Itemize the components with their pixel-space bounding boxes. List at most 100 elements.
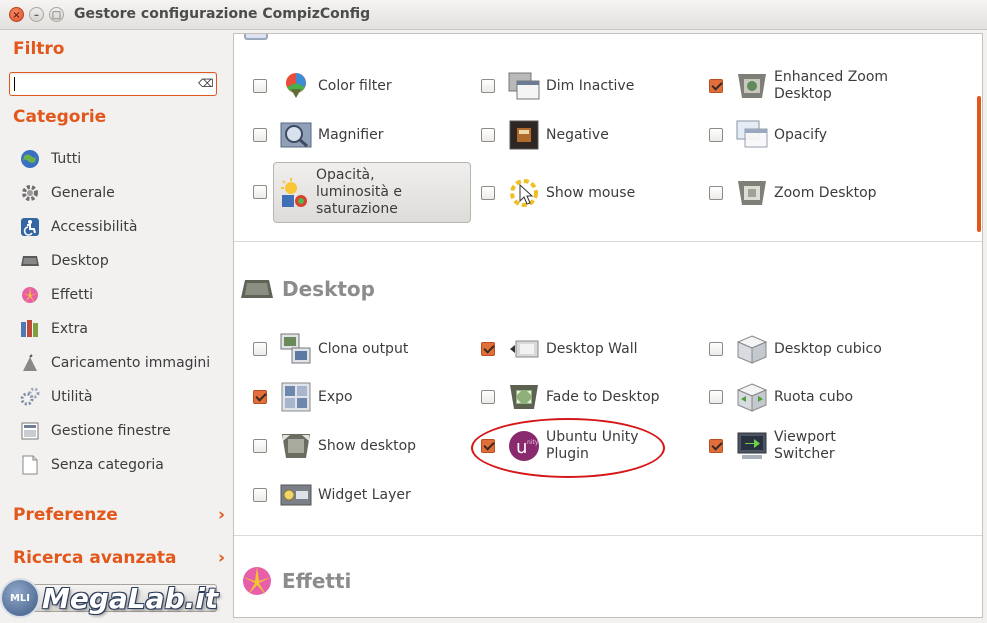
plugin-viewport-switcher[interactable]: Viewport Switcher (709, 428, 864, 464)
plugin-clona-output[interactable]: Clona output (253, 331, 408, 367)
globe-icon (19, 149, 41, 169)
category-caricamento-immagini[interactable]: Caricamento immagini (19, 351, 210, 375)
category-label: Accessibilità (51, 219, 138, 235)
plugin-checkbox[interactable] (253, 185, 267, 199)
plugin-desktop-cubico[interactable]: Desktop cubico (709, 331, 882, 367)
plugin-checkbox[interactable] (709, 439, 723, 453)
plugin-widget-layer[interactable]: Widget Layer (253, 477, 411, 513)
rotate-cube-icon (736, 381, 768, 413)
plugin-label: Show desktop (318, 437, 417, 454)
filter-search-input[interactable]: ⌫ (9, 72, 217, 96)
clear-filter-icon[interactable]: ⌫ (198, 78, 214, 89)
plugin-label: Color filter (318, 77, 392, 94)
category-senza-categoria[interactable]: Senza categoria (19, 453, 164, 477)
text-cursor (14, 77, 15, 91)
plugin-magnifier[interactable]: Magnifier (253, 117, 384, 153)
section-divider (234, 535, 982, 536)
plugin-checkbox[interactable] (709, 342, 723, 356)
plugin-fade-to-desktop[interactable]: Fade to Desktop (481, 379, 660, 415)
category-label: Generale (51, 185, 115, 201)
plugin-label: Magnifier (318, 126, 384, 143)
plugin-checkbox[interactable] (253, 128, 267, 142)
category-label: Tutti (51, 151, 82, 167)
advanced-search-link[interactable]: Ricerca avanzata › (13, 548, 243, 568)
title-bar[interactable]: × – □ Gestore configurazione CompizConfi… (0, 0, 987, 30)
sidebar: Filtro ⌫ Categorie Tutti Generale Access… (0, 31, 230, 623)
negative-icon (508, 119, 540, 151)
plugin-label: Zoom Desktop (774, 184, 877, 201)
desktop-section-header: Desktop (240, 272, 375, 306)
extra-icon (19, 319, 41, 339)
plugin-label: Negative (546, 126, 609, 143)
plugin-checkbox[interactable] (709, 186, 723, 200)
category-utilita[interactable]: Utilità (19, 385, 92, 409)
plugin-dim-inactive[interactable]: Dim Inactive (481, 68, 634, 104)
category-desktop[interactable]: Desktop (19, 249, 109, 273)
categories-heading: Categorie (13, 107, 107, 127)
plugin-checkbox[interactable] (253, 342, 267, 356)
plugin-label: Ruota cubo (774, 388, 854, 405)
plugin-show-mouse[interactable]: Show mouse (481, 175, 635, 211)
plugin-negative[interactable]: Negative (481, 117, 609, 153)
section-divider (234, 241, 982, 242)
plugin-opacita-luminosita-saturazione[interactable]: Opacità, luminosità e saturazione (273, 162, 471, 223)
category-extra[interactable]: Extra (19, 317, 88, 341)
category-label: Gestione finestre (51, 423, 171, 439)
close-window-button[interactable]: × (9, 7, 24, 22)
effects-section-header: Effetti (240, 564, 351, 598)
megalab-logo: MLI (0, 578, 40, 618)
category-label: Extra (51, 321, 88, 337)
accessibility-section-icon (244, 34, 268, 40)
plugin-label: Widget Layer (318, 486, 411, 503)
plugin-checkbox[interactable] (709, 79, 723, 93)
plugin-checkbox[interactable] (481, 390, 495, 404)
plugin-desktop-wall[interactable]: Desktop Wall (481, 331, 638, 367)
plugin-checkbox[interactable] (481, 79, 495, 93)
plugin-checkbox[interactable] (253, 439, 267, 453)
plugin-zoom-desktop[interactable]: Zoom Desktop (709, 175, 877, 211)
plugin-enhanced-zoom-desktop[interactable]: Enhanced Zoom Desktop (709, 68, 894, 104)
preferences-label: Preferenze (13, 505, 118, 525)
plugin-label: Dim Inactive (546, 77, 635, 94)
minimize-window-button[interactable]: – (29, 7, 44, 22)
plugin-label: Show mouse (546, 184, 636, 201)
desktop-section-title: Desktop (282, 277, 375, 301)
plugin-ruota-cubo[interactable]: Ruota cubo (709, 379, 853, 415)
plugin-label: Opacità, luminosità e saturazione (316, 167, 403, 217)
plugin-checkbox[interactable] (481, 342, 495, 356)
effects-section-title: Effetti (282, 569, 352, 593)
maximize-window-button[interactable]: □ (49, 7, 64, 22)
vertical-scrollbar[interactable] (977, 96, 981, 232)
watermark-text: MegaLab.it (42, 581, 219, 615)
show-mouse-icon (508, 177, 540, 209)
plugin-label: Clona output (318, 340, 409, 357)
plugin-checkbox[interactable] (709, 390, 723, 404)
category-label: Caricamento immagini (51, 355, 211, 371)
plugin-checkbox[interactable] (709, 128, 723, 142)
desktop-wall-icon (508, 333, 540, 365)
plugin-label: Enhanced Zoom Desktop (774, 69, 889, 102)
plugin-checkbox[interactable] (481, 186, 495, 200)
plugin-show-desktop[interactable]: Show desktop (253, 428, 416, 464)
category-tutti[interactable]: Tutti (19, 147, 81, 171)
plugin-checkbox[interactable] (481, 128, 495, 142)
viewport-switcher-icon (736, 430, 768, 462)
plugin-list-panel[interactable]: Color filter Dim Inactive Enhanced Zoom … (233, 33, 983, 618)
plugin-expo[interactable]: Expo (253, 379, 353, 415)
category-label: Effetti (51, 287, 93, 303)
category-gestione-finestre[interactable]: Gestione finestre (19, 419, 171, 443)
plugin-checkbox[interactable] (253, 390, 267, 404)
category-effetti[interactable]: Effetti (19, 283, 93, 307)
widget-layer-icon (280, 479, 312, 511)
plugin-opacify[interactable]: Opacify (709, 117, 827, 153)
color-filter-icon (280, 70, 312, 102)
chevron-right-icon: › (217, 548, 225, 568)
category-accessibilita[interactable]: Accessibilità (19, 215, 137, 239)
plugin-checkbox[interactable] (253, 79, 267, 93)
chevron-right-icon: › (217, 505, 225, 525)
plugin-color-filter[interactable]: Color filter (253, 68, 392, 104)
plugin-checkbox[interactable] (253, 488, 267, 502)
preferences-link[interactable]: Preferenze › (13, 505, 243, 525)
effects-icon (19, 285, 41, 305)
category-generale[interactable]: Generale (19, 181, 115, 205)
